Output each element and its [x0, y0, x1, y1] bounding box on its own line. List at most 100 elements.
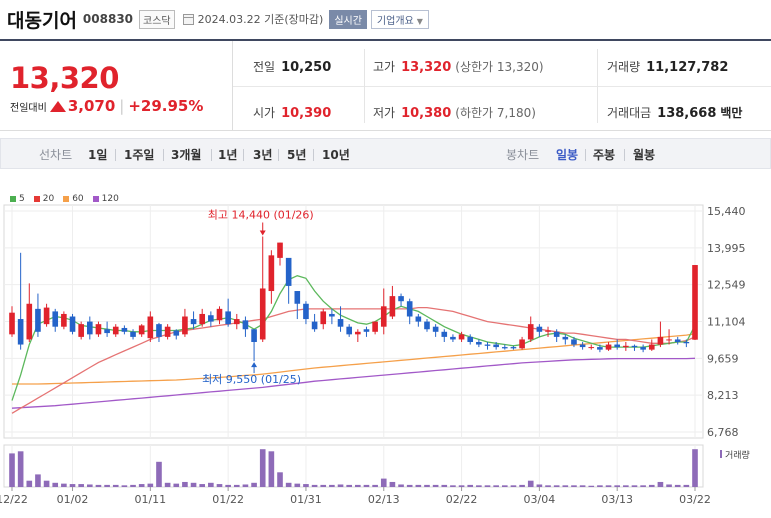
high-arrow-head	[259, 230, 266, 236]
candle-body	[467, 336, 474, 342]
candle-body	[476, 341, 482, 345]
candle-body	[545, 330, 551, 332]
candle-body	[268, 255, 275, 292]
volume-bar	[553, 485, 560, 487]
volume-bar	[450, 485, 456, 487]
volume-bar	[26, 480, 33, 487]
volume-bar	[138, 484, 145, 487]
candle-body	[674, 339, 681, 342]
volume-bar	[519, 484, 525, 487]
candle-body	[372, 321, 378, 332]
x-tick-label: 01/02	[57, 493, 89, 506]
volume-bar	[285, 482, 292, 487]
volume-bar	[242, 484, 249, 487]
candle-body	[380, 306, 387, 327]
candle-body	[294, 291, 301, 304]
candle-body	[69, 316, 76, 332]
candle-body	[285, 257, 292, 286]
volume-bar	[389, 481, 396, 487]
volume-bar	[432, 484, 439, 487]
volume-bar	[320, 484, 327, 487]
candle-body	[112, 326, 119, 335]
candle-body	[320, 311, 327, 325]
candle-body	[363, 329, 370, 332]
volume-bar	[112, 484, 119, 487]
candle-body	[648, 344, 655, 350]
candle-body	[458, 334, 465, 340]
volume-bar	[355, 484, 361, 487]
volume-bar	[43, 480, 50, 487]
volume-bar	[190, 482, 197, 487]
volume-bar	[259, 449, 266, 487]
volume-bar	[476, 485, 482, 487]
candle-body	[121, 327, 128, 332]
candle-body	[614, 344, 620, 348]
candle-body	[657, 336, 664, 345]
volume-bar	[614, 485, 620, 487]
candle-body	[242, 320, 249, 330]
y-tick-label: 13,995	[707, 242, 746, 255]
candle-body	[17, 319, 24, 345]
volume-bar	[640, 485, 646, 487]
volume-bar	[605, 485, 612, 487]
volume-bar	[527, 480, 534, 487]
high-annotation: 최고 14,440 (01/26)	[208, 208, 314, 221]
volume-bar	[199, 484, 206, 487]
candle-body	[216, 308, 223, 321]
candle-body	[61, 313, 67, 327]
volume-plot-frame	[3, 444, 704, 488]
candle-body	[199, 313, 206, 325]
volume-bar	[406, 484, 413, 487]
x-tick-label: 01/31	[290, 493, 322, 506]
candle-body	[597, 347, 603, 350]
candle-body	[588, 347, 595, 349]
volume-bar	[164, 482, 171, 487]
volume-bar	[588, 485, 595, 487]
volume-bar	[493, 485, 499, 487]
candle-body	[78, 324, 84, 337]
candle-body	[527, 324, 534, 340]
volume-bar	[631, 485, 638, 487]
volume-bar	[95, 484, 102, 487]
volume-bar	[674, 484, 681, 487]
volume-bar	[467, 484, 474, 487]
candle-body	[87, 321, 93, 335]
volume-bar	[501, 485, 508, 487]
candle-body	[666, 339, 672, 341]
candle-body	[415, 316, 422, 322]
volume-bar	[441, 484, 448, 487]
candle-body	[147, 316, 154, 339]
volume-bar	[372, 484, 378, 487]
candle-body	[450, 336, 456, 340]
candle-body	[536, 326, 543, 332]
volume-bar	[147, 483, 154, 487]
candle-body	[579, 344, 586, 348]
volume-bar	[597, 485, 603, 487]
volume-bar	[294, 483, 301, 487]
candle-body	[571, 339, 577, 345]
candle-body	[233, 319, 240, 325]
volume-bar	[130, 484, 136, 487]
candle-body	[424, 321, 430, 330]
volume-bar	[545, 485, 551, 487]
y-tick-label: 15,440	[707, 205, 746, 218]
x-tick-label: 12/22	[0, 493, 28, 506]
volume-bar	[458, 485, 465, 487]
volume-bar	[156, 461, 162, 487]
candle-body	[562, 336, 569, 340]
volume-bar	[657, 481, 664, 487]
volume-bar	[363, 484, 370, 487]
volume-bar	[225, 484, 231, 487]
candle-body	[329, 313, 335, 317]
volume-bar	[216, 484, 223, 487]
volume-bar	[398, 484, 404, 487]
candle-body	[623, 345, 629, 348]
volume-bar	[208, 482, 214, 487]
candle-body	[138, 325, 145, 335]
candle-body	[519, 339, 525, 349]
candle-body	[43, 307, 50, 325]
volume-bar	[87, 484, 93, 487]
candle-body	[156, 324, 162, 337]
x-tick-label: 01/22	[212, 493, 244, 506]
volume-bar	[579, 485, 586, 487]
